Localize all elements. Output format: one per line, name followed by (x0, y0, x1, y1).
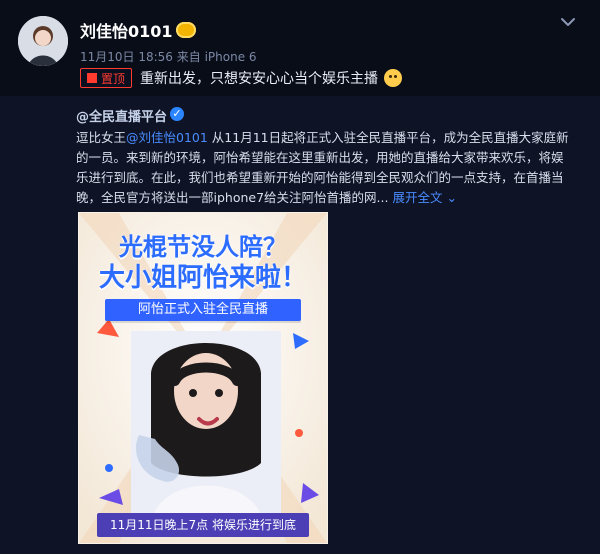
expand-chevron-icon[interactable]: ⌄ (446, 190, 456, 205)
poster-image[interactable]: 光棍节没人陪？ 大小姐阿怡来啦！ 阿怡正式入驻全民直播 11月11日晚上7点 将… (78, 212, 328, 544)
repost-content: 逗比女王@刘佳怡0101 从11月11日起将正式入驻全民直播平台，成为全民直播大… (76, 128, 574, 208)
repost-section: @全民直播平台 ✓ 逗比女王@刘佳怡0101 从11月11日起将正式入驻全民直播… (0, 96, 600, 554)
post-meta[interactable]: 11月10日 18:56 来自 iPhone 6 (80, 48, 257, 65)
poster-banner: 阿怡正式入驻全民直播 (105, 299, 301, 321)
avatar[interactable] (18, 16, 68, 66)
emoji-icon (384, 69, 403, 87)
mention-link[interactable]: @刘佳怡0101 (126, 130, 208, 145)
post-header: 刘佳怡0101 11月10日 18:56 来自 iPhone 6 置顶 重新出发… (0, 0, 600, 96)
author-name[interactable]: 刘佳怡0101 (80, 18, 173, 42)
pinned-badge: 置顶 (80, 68, 133, 88)
pin-icon (87, 73, 97, 83)
poster-title-2: 大小姐阿怡来啦！ (98, 263, 307, 293)
repost-box: @全民直播平台 ✓ 逗比女王@刘佳怡0101 从11月11日起将正式入驻全民直播… (60, 102, 580, 554)
pinned-text: 重新出发，只想安安心心当个娱乐主播 (140, 71, 379, 87)
vip-badge-icon (176, 22, 196, 38)
chevron-down-icon[interactable] (560, 16, 576, 28)
weibo-post: 刘佳怡0101 11月10日 18:56 来自 iPhone 6 置顶 重新出发… (0, 0, 600, 554)
poster-bottom-bar: 11月11日晚上7点 将娱乐进行到底 (97, 513, 309, 537)
pinned-row: 置顶 重新出发，只想安安心心当个娱乐主播 (80, 68, 403, 88)
repost-source[interactable]: @全民直播平台 (76, 106, 167, 125)
pinned-label: 置顶 (101, 71, 126, 86)
expand-link[interactable]: 展开全文 (392, 190, 442, 205)
content-prefix: 逗比女王 (76, 130, 127, 145)
verified-icon: ✓ (170, 107, 184, 121)
avatar-icon (18, 16, 68, 66)
